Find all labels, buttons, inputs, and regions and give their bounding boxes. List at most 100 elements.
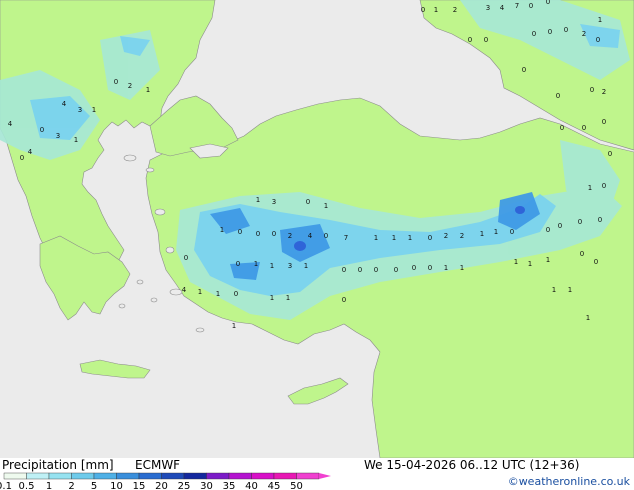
- precip-value: 2: [128, 82, 132, 90]
- legend-label: 0.1: [0, 481, 12, 490]
- precip-value: 4: [28, 148, 33, 156]
- precip-value: 0: [358, 266, 362, 274]
- precip-value: 2: [453, 6, 457, 14]
- precip-value: 1: [92, 106, 96, 114]
- legend-swatch: [48, 472, 72, 480]
- legend-swatch: [228, 472, 252, 480]
- precip-value: 0: [394, 266, 398, 274]
- precip-value: 0: [306, 198, 310, 206]
- precip-value: 0: [421, 6, 425, 14]
- precip-value: 7: [344, 234, 348, 242]
- legend-swatch: [26, 472, 50, 480]
- precip-value: 1: [444, 264, 448, 272]
- precip-value: 1: [392, 234, 396, 242]
- precip-value: 0: [412, 264, 416, 272]
- precip-value: 2: [460, 232, 464, 240]
- footer-bar: Precipitation [mm] ECMWF We 15-04-2026 0…: [0, 458, 634, 490]
- precip-value: 0: [532, 30, 536, 38]
- precip-value: 4: [62, 100, 67, 108]
- precip-value: 1: [198, 288, 202, 296]
- precip-value: 0: [596, 36, 600, 44]
- precip-value: 7: [515, 2, 519, 10]
- precip-value: 0: [20, 154, 24, 162]
- precip-value: 1: [74, 136, 78, 144]
- precip-value: 0: [602, 182, 606, 190]
- precip-value: 1: [270, 262, 274, 270]
- precip-value: 2: [288, 232, 292, 240]
- precip-value: 2: [582, 30, 586, 38]
- legend-arrow: [319, 473, 331, 479]
- precip-value: 3: [486, 4, 490, 12]
- precip-value: 1: [460, 264, 464, 272]
- precip-value: 1: [256, 196, 260, 204]
- precip-value: 1: [408, 234, 412, 242]
- legend-swatch: [251, 472, 275, 480]
- legend-label: 1: [46, 481, 52, 490]
- precip-value: 0: [580, 250, 584, 258]
- legend-label: 30: [200, 481, 213, 490]
- legend-swatch: [161, 472, 185, 480]
- precip-value: 1: [254, 260, 258, 268]
- precip-value: 3: [56, 132, 60, 140]
- legend-swatch: [206, 472, 230, 480]
- precip-value: 0: [578, 218, 582, 226]
- precip-value: 3: [272, 198, 276, 206]
- precip-value: 0: [510, 228, 514, 236]
- precip-value: 1: [588, 184, 592, 192]
- precip-value: 0: [342, 266, 346, 274]
- legend-swatch: [183, 472, 207, 480]
- credit-link[interactable]: ©weatheronline.co.uk: [508, 475, 630, 488]
- precip-value: 0: [40, 126, 44, 134]
- precip-value: 1: [324, 202, 328, 210]
- legend-swatch: [296, 472, 320, 480]
- precip-value: 1: [270, 294, 274, 302]
- precip-value: 1: [552, 286, 556, 294]
- precip-value: 0: [560, 124, 564, 132]
- legend-label: 2: [68, 481, 74, 490]
- valid-time: We 15-04-2026 06..12 UTC (12+36): [364, 458, 580, 472]
- precip-value: 3: [288, 262, 292, 270]
- precip-value: 1: [568, 286, 572, 294]
- legend-label: 50: [290, 481, 303, 490]
- legend-label: 0.5: [19, 481, 35, 490]
- precip-value: 0: [558, 222, 562, 230]
- legend-swatch: [116, 472, 140, 480]
- precip-value: 2: [602, 88, 606, 96]
- precip-value: 4: [8, 120, 13, 128]
- legend-swatch: [3, 472, 27, 480]
- legend-label: 25: [178, 481, 191, 490]
- precip-value: 1: [494, 228, 498, 236]
- legend-label: 45: [268, 481, 281, 490]
- precip-value: 0: [522, 66, 526, 74]
- legend-label: 10: [110, 481, 123, 490]
- precip-value: 0: [546, 226, 550, 234]
- precip-value: 0: [272, 230, 276, 238]
- precip-value: 0: [236, 260, 240, 268]
- precip-value: 0: [324, 232, 328, 240]
- precip-value: 0: [602, 118, 606, 126]
- precip-value: 0: [582, 124, 586, 132]
- precip-value: 0: [594, 258, 598, 266]
- precip-value: 0: [546, 0, 550, 6]
- precip-value: 0: [428, 234, 432, 242]
- precip-value: 4: [182, 286, 187, 294]
- precip-value: 0: [428, 264, 432, 272]
- precip-value: 0: [468, 36, 472, 44]
- precip-value: 1: [586, 314, 590, 322]
- legend-label: 5: [91, 481, 97, 490]
- model-name: ECMWF: [135, 458, 181, 472]
- precip-value: 3: [78, 106, 82, 114]
- legend-swatch: [93, 472, 117, 480]
- precip-value: 2: [444, 232, 448, 240]
- precip-value: 0: [374, 266, 378, 274]
- precip-value: 1: [546, 256, 550, 264]
- precip-value: 1: [232, 322, 236, 330]
- precip-value: 4: [500, 4, 505, 12]
- precip-value: 0: [238, 228, 242, 236]
- legend-swatch: [71, 472, 95, 480]
- precip-value: 1: [598, 16, 602, 24]
- precip-value: 0: [234, 290, 238, 298]
- precip-value: 1: [146, 86, 150, 94]
- legend-swatch: [138, 472, 162, 480]
- legend-label: 35: [223, 481, 236, 490]
